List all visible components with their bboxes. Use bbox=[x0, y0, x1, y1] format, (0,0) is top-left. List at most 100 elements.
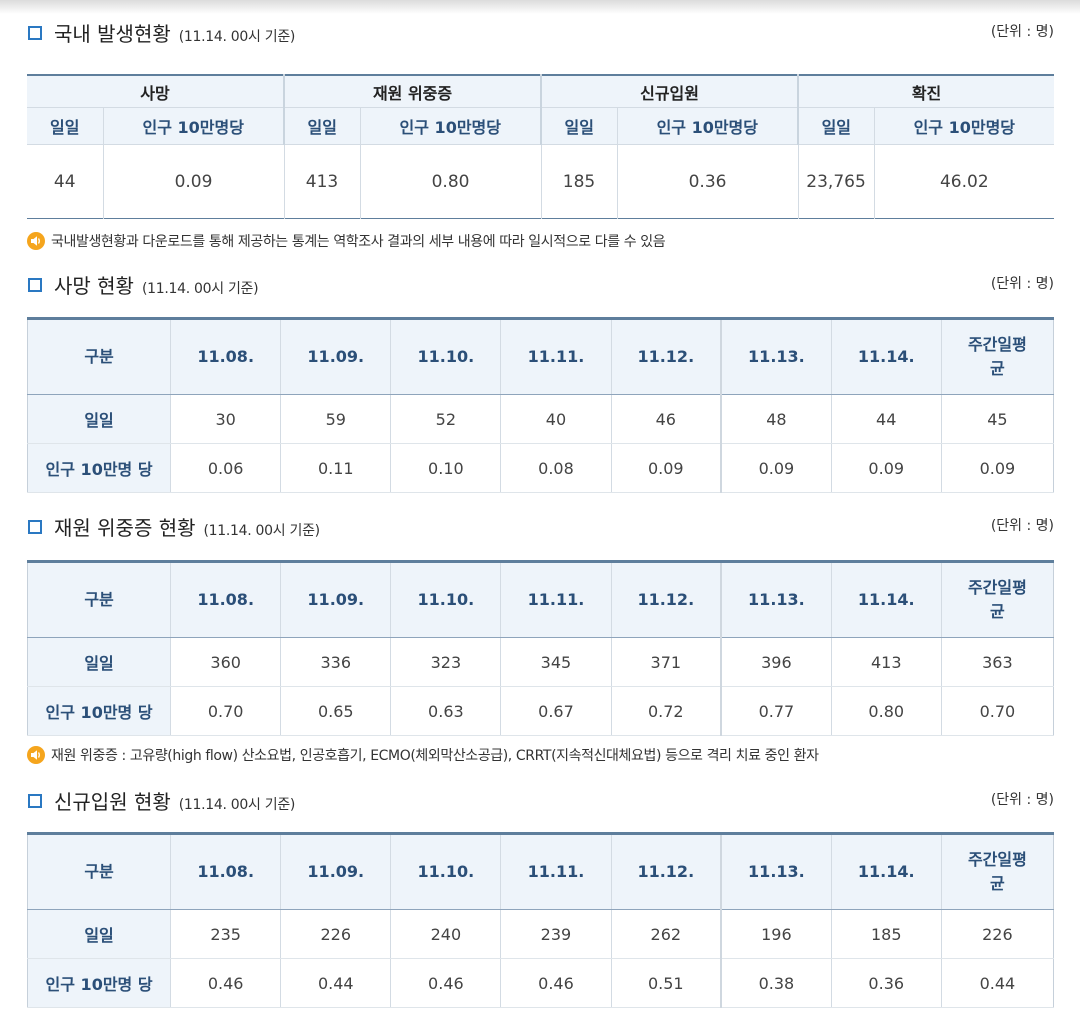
date-header: 11.08. bbox=[170, 833, 281, 910]
value-cell: 0.44 bbox=[280, 958, 391, 1008]
domestic-summary-table: 사망 재원 위중증 신규입원 확진 일일 인구 10만명당 일일 인구 10만명… bbox=[27, 74, 1055, 219]
speaker-icon bbox=[27, 746, 45, 764]
value-cell: 0.80 bbox=[830, 686, 942, 736]
value-cell: 0.46 bbox=[500, 958, 611, 1008]
value-cell: 23,765 bbox=[797, 144, 875, 219]
value-cell: 0.36 bbox=[830, 958, 942, 1008]
sub-header: 인구 10만명당 bbox=[359, 107, 542, 145]
header-row: 구분 11.08. 11.09. 11.10. 11.11. 11.12. 11.13. 11… bbox=[26, 561, 1054, 638]
date-header: 11.14. bbox=[830, 561, 942, 638]
row-label: 인구 10만명 당 bbox=[26, 686, 171, 736]
date-header: 11.11. bbox=[500, 561, 611, 638]
category-header: 구분 bbox=[26, 561, 171, 638]
section-header-death: 사망 현황 (11.14. 00시 기준) (단위 : 명) bbox=[28, 270, 1054, 300]
admission-table: 구분 11.08. 11.09. 11.10. 11.11. 11.12. 11.13. 11… bbox=[26, 832, 1054, 1008]
value-cell: 0.63 bbox=[390, 686, 501, 736]
date-header: 11.12. bbox=[610, 833, 722, 910]
value-cell: 0.77 bbox=[720, 686, 832, 736]
sub-header: 일일 bbox=[797, 107, 875, 145]
group-header-row: 사망 재원 위중증 신규입원 확진 bbox=[27, 75, 1055, 108]
date-header: 11.09. bbox=[280, 318, 391, 395]
value-cell: 185 bbox=[830, 909, 942, 959]
value-cell: 185 bbox=[540, 144, 618, 219]
date-header: 11.10. bbox=[390, 561, 501, 638]
row-label: 일일 bbox=[26, 909, 171, 959]
group-header: 신규입원 bbox=[540, 75, 799, 108]
value-cell: 44 bbox=[53, 171, 76, 192]
severe-table: 구분 11.08. 11.09. 11.10. 11.11. 11.12. 11.13. 11… bbox=[26, 560, 1054, 736]
value-cell: 59 bbox=[280, 394, 391, 444]
value-cell: 30 bbox=[170, 394, 281, 444]
value-cell: 0.06 bbox=[170, 443, 281, 493]
section-subtitle: (11.14. 00시 기준) bbox=[203, 523, 321, 539]
sub-header: 인구 10만명당 bbox=[616, 107, 799, 145]
sub-header-row: 일일 인구 10만명당 일일 인구 10만명당 일일 인구 10만명당 일일 인… bbox=[27, 107, 1055, 145]
date-header: 11.12. bbox=[610, 561, 722, 638]
value-cell: 371 bbox=[610, 637, 722, 687]
value-cell: 40 bbox=[500, 394, 611, 444]
value-cell: 0.10 bbox=[390, 443, 501, 493]
group-header: 확진 bbox=[797, 75, 1055, 108]
date-header: 11.09. bbox=[280, 561, 391, 638]
value-cell: 262 bbox=[610, 909, 722, 959]
category-header: 구분 bbox=[26, 833, 171, 910]
category-header: 구분 bbox=[26, 318, 171, 395]
top-shadow bbox=[0, 0, 1080, 14]
square-bullet-icon bbox=[28, 520, 42, 534]
value-cell: 336 bbox=[280, 637, 391, 687]
note-severe: 재원 위중증 : 고유량(high flow) 산소요법, 인공호흡기, ECM… bbox=[27, 745, 819, 765]
value-cell: 0.72 bbox=[610, 686, 722, 736]
value-cell: 46.02 bbox=[873, 144, 1055, 219]
table-row: 일일 360 336 323 345 371 396 413 363 bbox=[26, 637, 1054, 687]
row-label: 일일 bbox=[26, 637, 171, 687]
value-cell: 0.67 bbox=[500, 686, 611, 736]
death-table: 구분 11.08. 11.09. 11.10. 11.11. 11.12. 11.13. 11… bbox=[26, 317, 1054, 493]
unit-label: (단위 : 명) bbox=[990, 24, 1054, 40]
date-header: 11.10. bbox=[390, 833, 501, 910]
value-cell: 0.46 bbox=[170, 958, 281, 1008]
value-cell: 0.44 bbox=[940, 958, 1054, 1008]
section-title: 사망 현황 (11.14. 00시 기준) bbox=[54, 274, 259, 298]
value-cell: 363 bbox=[940, 637, 1054, 687]
date-header: 11.13. bbox=[720, 561, 832, 638]
value-cell: 413 bbox=[283, 144, 361, 219]
date-header: 11.08. bbox=[170, 318, 281, 395]
header-row: 구분 11.08. 11.09. 11.10. 11.11. 11.12. 11.13. 11… bbox=[26, 318, 1054, 395]
square-bullet-icon bbox=[28, 26, 42, 40]
value-cell: 0.09 bbox=[102, 144, 285, 219]
value-cell: 45 bbox=[940, 394, 1054, 444]
date-header: 11.09. bbox=[280, 833, 391, 910]
section-title: 재원 위중증 현황 (11.14. 00시 기준) bbox=[54, 516, 321, 540]
value-cell: 0.09 bbox=[610, 443, 722, 493]
unit-label: (단위 : 명) bbox=[990, 792, 1054, 808]
value-cell: 0.09 bbox=[940, 443, 1054, 493]
sub-header: 일일 bbox=[540, 107, 618, 145]
value-cell: 239 bbox=[500, 909, 611, 959]
speaker-icon bbox=[27, 232, 45, 250]
date-header: 11.10. bbox=[390, 318, 501, 395]
value-cell: 46 bbox=[610, 394, 722, 444]
value-cell: 0.11 bbox=[280, 443, 391, 493]
section-subtitle: (11.14. 00시 기준) bbox=[178, 797, 296, 813]
value-cell: 0.36 bbox=[616, 144, 799, 219]
date-header: 11.08. bbox=[170, 561, 281, 638]
table-row: 인구 10만명 당 0.70 0.65 0.63 0.67 0.72 0.77 0.80 0.7… bbox=[26, 686, 1054, 736]
value-cell: 0.38 bbox=[720, 958, 832, 1008]
value-cell: 0.46 bbox=[390, 958, 501, 1008]
date-header: 11.14. bbox=[830, 833, 942, 910]
sub-header: 일일 bbox=[27, 107, 103, 145]
value-cell: 0.65 bbox=[280, 686, 391, 736]
value-cell: 52 bbox=[390, 394, 501, 444]
value-cell: 323 bbox=[390, 637, 501, 687]
unit-label: (단위 : 명) bbox=[990, 276, 1054, 292]
table-row: 인구 10만명 당 0.06 0.11 0.10 0.08 0.09 0.09 0.09 0.0… bbox=[26, 443, 1054, 493]
section-header-severe: 재원 위중증 현황 (11.14. 00시 기준) (단위 : 명) bbox=[28, 512, 1054, 542]
value-cell: 0.09 bbox=[830, 443, 942, 493]
group-header: 재원 위중증 bbox=[283, 75, 542, 108]
weekly-average-header: 주간일평 균 bbox=[940, 833, 1054, 910]
header-row: 구분 11.08. 11.09. 11.10. 11.11. 11.12. 11.13. 11… bbox=[26, 833, 1054, 910]
value-cell: 396 bbox=[720, 637, 832, 687]
value-cell: 0.80 bbox=[359, 144, 542, 219]
sub-header: 인구 10만명당 bbox=[873, 107, 1055, 145]
section-title: 국내 발생현황 (11.14. 00시 기준) bbox=[54, 22, 296, 46]
